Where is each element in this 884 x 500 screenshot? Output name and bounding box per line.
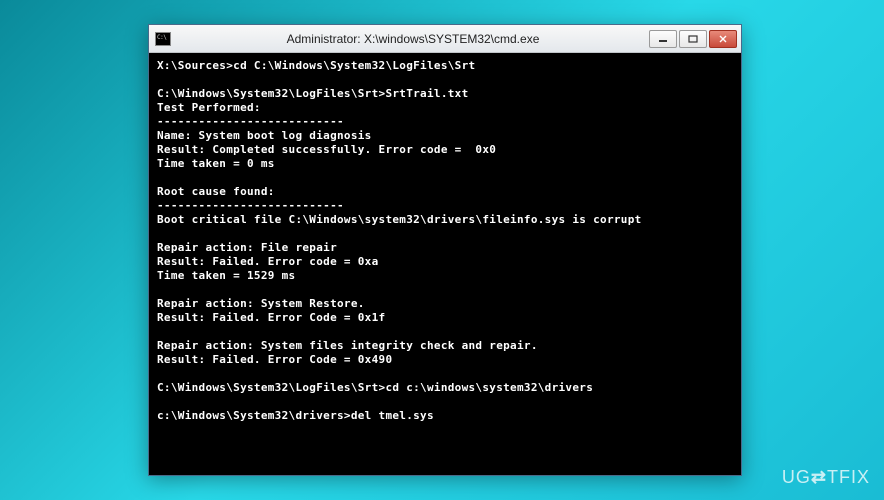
console-line: Time taken = 0 ms (157, 157, 733, 171)
minimize-icon (658, 35, 668, 43)
console-output[interactable]: X:\Sources>cd C:\Windows\System32\LogFil… (149, 53, 741, 475)
console-line: Result: Failed. Error code = 0xa (157, 255, 733, 269)
console-line: C:\Windows\System32\LogFiles\Srt>cd c:\w… (157, 381, 733, 395)
console-line: Repair action: File repair (157, 241, 733, 255)
close-button[interactable] (709, 30, 737, 48)
console-line: --------------------------- (157, 115, 733, 129)
titlebar[interactable]: Administrator: X:\windows\SYSTEM32\cmd.e… (149, 25, 741, 53)
cmd-icon (155, 32, 171, 46)
window-buttons (649, 30, 737, 48)
minimize-button[interactable] (649, 30, 677, 48)
console-line: Name: System boot log diagnosis (157, 129, 733, 143)
console-line (157, 73, 733, 87)
console-line: --------------------------- (157, 199, 733, 213)
console-line: Boot critical file C:\Windows\system32\d… (157, 213, 733, 227)
watermark: UG⇄TFIX (782, 467, 870, 488)
console-line: Time taken = 1529 ms (157, 269, 733, 283)
console-line: C:\Windows\System32\LogFiles\Srt>SrtTrai… (157, 87, 733, 101)
console-line: Repair action: System files integrity ch… (157, 339, 733, 353)
watermark-suffix: TFIX (827, 467, 870, 487)
watermark-prefix: UG (782, 467, 811, 487)
cmd-window: Administrator: X:\windows\SYSTEM32\cmd.e… (148, 24, 742, 476)
maximize-icon (688, 35, 698, 43)
console-line: c:\Windows\System32\drivers>del tmel.sys (157, 409, 733, 423)
console-line (157, 283, 733, 297)
console-line (157, 171, 733, 185)
console-line (157, 325, 733, 339)
close-icon (718, 35, 728, 43)
watermark-arrow-icon: ⇄ (811, 467, 827, 487)
console-line (157, 395, 733, 409)
console-line (157, 227, 733, 241)
maximize-button[interactable] (679, 30, 707, 48)
console-line (157, 367, 733, 381)
window-title: Administrator: X:\windows\SYSTEM32\cmd.e… (177, 32, 649, 46)
console-line: X:\Sources>cd C:\Windows\System32\LogFil… (157, 59, 733, 73)
console-line: Result: Failed. Error Code = 0x490 (157, 353, 733, 367)
console-line: Test Performed: (157, 101, 733, 115)
console-line: Repair action: System Restore. (157, 297, 733, 311)
console-line: Result: Failed. Error Code = 0x1f (157, 311, 733, 325)
console-line: Result: Completed successfully. Error co… (157, 143, 733, 157)
console-line: Root cause found: (157, 185, 733, 199)
